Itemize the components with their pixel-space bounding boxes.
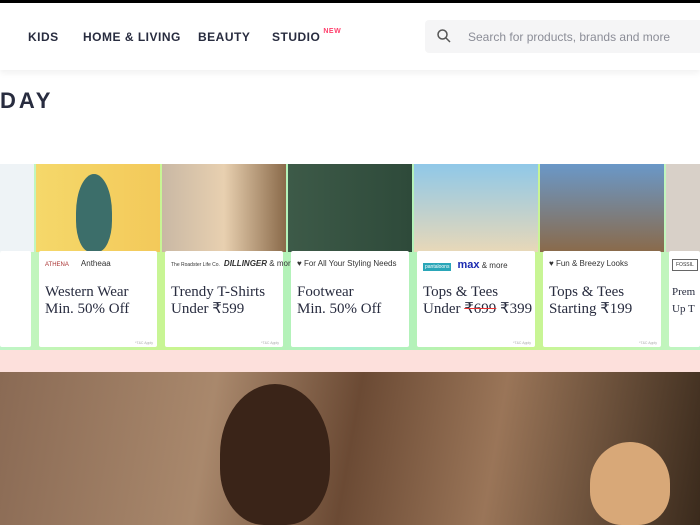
- nav-home-living[interactable]: HOME & LIVING: [83, 30, 181, 44]
- offer-card-tshirts[interactable]: The Roadster Life Co. DILLINGER & more Tr…: [162, 164, 295, 350]
- nav-kids[interactable]: KIDS: [28, 30, 59, 44]
- nav-studio-label: STUDIO: [272, 30, 321, 44]
- header: KIDS HOME & LIVING BEAUTY STUDIO NEW Sear…: [0, 3, 700, 70]
- tnc-note: *T&C Apply: [135, 341, 153, 345]
- card-image: [162, 164, 286, 252]
- new-badge: NEW: [323, 28, 342, 35]
- card-title: Western Wear Min. 50% Off: [45, 284, 130, 317]
- card-image: [414, 164, 538, 252]
- card-image: [666, 164, 700, 252]
- card-title: Trendy T-Shirts Under ₹599: [171, 284, 266, 317]
- card-title: Tops & Tees Starting ₹199: [549, 284, 633, 317]
- search-input[interactable]: Search for products, brands and more: [425, 20, 700, 53]
- card-brand: The Roadster Life Co. DILLINGER & more: [171, 259, 296, 268]
- card-title: Footwear Min. 50% Off: [297, 284, 382, 317]
- offer-card-footwear[interactable]: ♥ For All Your Styling Needs Footwear Min…: [288, 164, 412, 350]
- card-image: [540, 164, 664, 252]
- nav-studio[interactable]: STUDIO NEW: [272, 28, 342, 44]
- card-brand: ATHENA Antheaa: [45, 259, 111, 268]
- tnc-note: *T&C Apply: [513, 341, 531, 345]
- offer-carousel: ATHENA Antheaa Western Wear Min. 50% Off *…: [0, 164, 700, 350]
- card-brand: pantaloons max & more: [423, 259, 508, 271]
- offer-card-western-wear[interactable]: ATHENA Antheaa Western Wear Min. 50% Off *…: [36, 164, 160, 350]
- offer-card-fossil[interactable]: FOSSIL Prem Up T: [666, 164, 700, 350]
- search-icon: [437, 29, 451, 43]
- search-placeholder: Search for products, brands and more: [468, 30, 671, 44]
- offer-card-partial[interactable]: [0, 164, 34, 350]
- hero-banner-image[interactable]: [0, 372, 700, 525]
- card-image: [36, 164, 160, 252]
- card-title: Prem Up T: [672, 286, 696, 315]
- tnc-note: *T&C Apply: [639, 341, 657, 345]
- card-title: Tops & Tees Under ₹699 ₹399: [423, 284, 533, 317]
- nav-beauty[interactable]: BEAUTY: [198, 30, 250, 44]
- divider-band: [0, 350, 700, 372]
- card-brand: ♥ For All Your Styling Needs: [297, 259, 397, 268]
- tnc-note: *T&C Apply: [261, 341, 279, 345]
- card-brand: FOSSIL: [672, 259, 698, 271]
- offer-card-tops-tees[interactable]: pantaloons max & more Tops & Tees Under ₹6…: [414, 164, 538, 350]
- offer-card-breezy[interactable]: ♥ Fun & Breezy Looks Tops & Tees Starting…: [540, 164, 664, 350]
- card-image: [288, 164, 412, 252]
- section-title: DAY: [0, 88, 54, 113]
- card-brand: ♥ Fun & Breezy Looks: [549, 259, 629, 268]
